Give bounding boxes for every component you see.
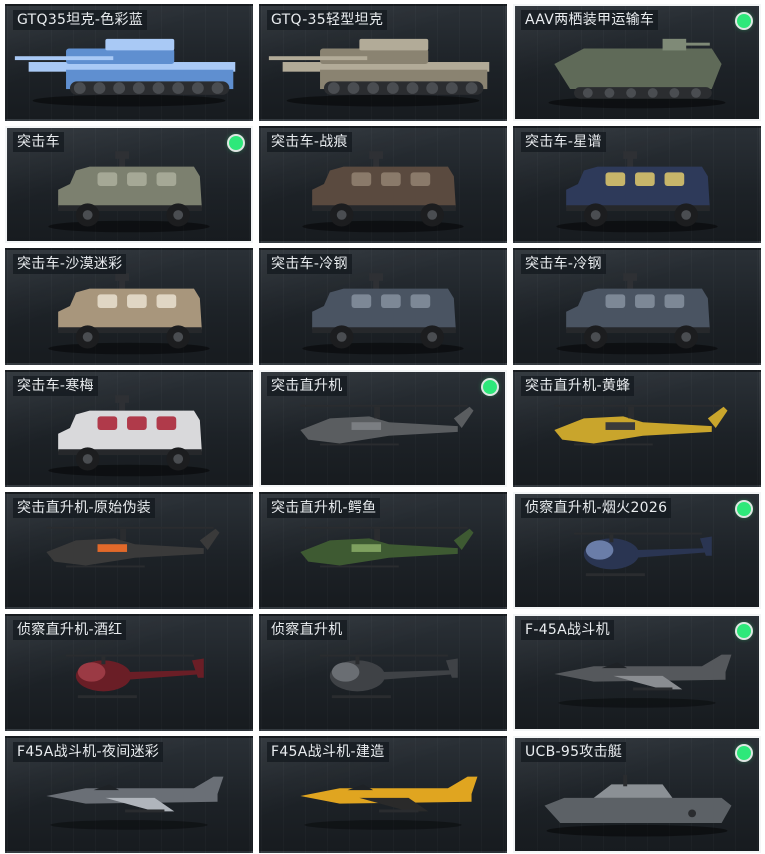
- vehicle-skin-card[interactable]: 突击车-寒梅: [5, 370, 253, 487]
- vehicle-skin-card[interactable]: 突击直升机-鳄鱼: [259, 492, 507, 609]
- vehicle-skin-card[interactable]: UCB-95攻击艇: [513, 736, 761, 853]
- vehicle-skin-name: GTQ-35轻型坦克: [267, 10, 388, 30]
- vehicle-skin-card[interactable]: AAV两栖装甲运输车: [513, 4, 761, 121]
- vehicle-skin-card[interactable]: F45A战斗机-夜间迷彩: [5, 736, 253, 853]
- vehicle-skin-name: 突击直升机-鳄鱼: [267, 498, 381, 518]
- equipped-indicator-icon: [737, 624, 751, 638]
- vehicle-skin-card[interactable]: 侦察直升机: [259, 614, 507, 731]
- vehicle-skin-name: 突击车-冷钢: [267, 254, 352, 274]
- vehicle-skin-name: UCB-95攻击艇: [521, 742, 627, 762]
- vehicle-skin-name: AAV两栖装甲运输车: [521, 10, 659, 30]
- vehicle-skin-name: 突击车-星谱: [521, 132, 606, 152]
- vehicle-skin-name: 突击直升机-黄蜂: [521, 376, 635, 396]
- equipped-indicator-icon: [737, 14, 751, 28]
- vehicle-skin-card[interactable]: 突击直升机: [259, 370, 507, 487]
- vehicle-skin-name: 突击直升机-原始伪装: [13, 498, 156, 518]
- vehicle-skin-card[interactable]: F-45A战斗机: [513, 614, 761, 731]
- vehicle-skin-name: 突击车-冷钢: [521, 254, 606, 274]
- vehicle-skin-card[interactable]: GTQ35坦克-色彩蓝: [5, 4, 253, 121]
- vehicle-skin-name: 突击直升机: [267, 376, 347, 396]
- vehicle-skin-name: 突击车-战痕: [267, 132, 352, 152]
- vehicle-skin-name: 突击车-沙漠迷彩: [13, 254, 127, 274]
- vehicle-skin-card[interactable]: 突击车-星谱: [513, 126, 761, 243]
- vehicle-skin-card[interactable]: 突击车-战痕: [259, 126, 507, 243]
- vehicle-skin-card[interactable]: 突击车-沙漠迷彩: [5, 248, 253, 365]
- equipped-indicator-icon: [737, 746, 751, 760]
- vehicle-skin-name: 侦察直升机: [267, 620, 347, 640]
- vehicle-skin-card[interactable]: 突击车: [5, 126, 253, 243]
- equipped-indicator-icon: [229, 136, 243, 150]
- vehicle-skin-grid: GTQ35坦克-色彩蓝 GTQ-35轻型坦克 AAV两栖装甲运输车 突击车 突击…: [0, 0, 765, 854]
- vehicle-skin-card[interactable]: 突击车-冷钢: [513, 248, 761, 365]
- vehicle-skin-name: F45A战斗机-建造: [267, 742, 389, 762]
- vehicle-skin-name: 突击车-寒梅: [13, 376, 98, 396]
- vehicle-skin-name: GTQ35坦克-色彩蓝: [13, 10, 148, 30]
- equipped-indicator-icon: [737, 502, 751, 516]
- vehicle-skin-card[interactable]: 突击直升机-原始伪装: [5, 492, 253, 609]
- vehicle-skin-card[interactable]: 侦察直升机-酒红: [5, 614, 253, 731]
- vehicle-skin-card[interactable]: 突击车-冷钢: [259, 248, 507, 365]
- vehicle-skin-name: F45A战斗机-夜间迷彩: [13, 742, 164, 762]
- vehicle-skin-name: F-45A战斗机: [521, 620, 614, 640]
- vehicle-skin-name: 侦察直升机-烟火2026: [521, 498, 672, 518]
- vehicle-skin-name: 突击车: [13, 132, 64, 152]
- vehicle-skin-name: 侦察直升机-酒红: [13, 620, 127, 640]
- vehicle-skin-card[interactable]: 突击直升机-黄蜂: [513, 370, 761, 487]
- vehicle-skin-card[interactable]: GTQ-35轻型坦克: [259, 4, 507, 121]
- vehicle-skin-card[interactable]: 侦察直升机-烟火2026: [513, 492, 761, 609]
- vehicle-skin-card[interactable]: F45A战斗机-建造: [259, 736, 507, 853]
- equipped-indicator-icon: [483, 380, 497, 394]
